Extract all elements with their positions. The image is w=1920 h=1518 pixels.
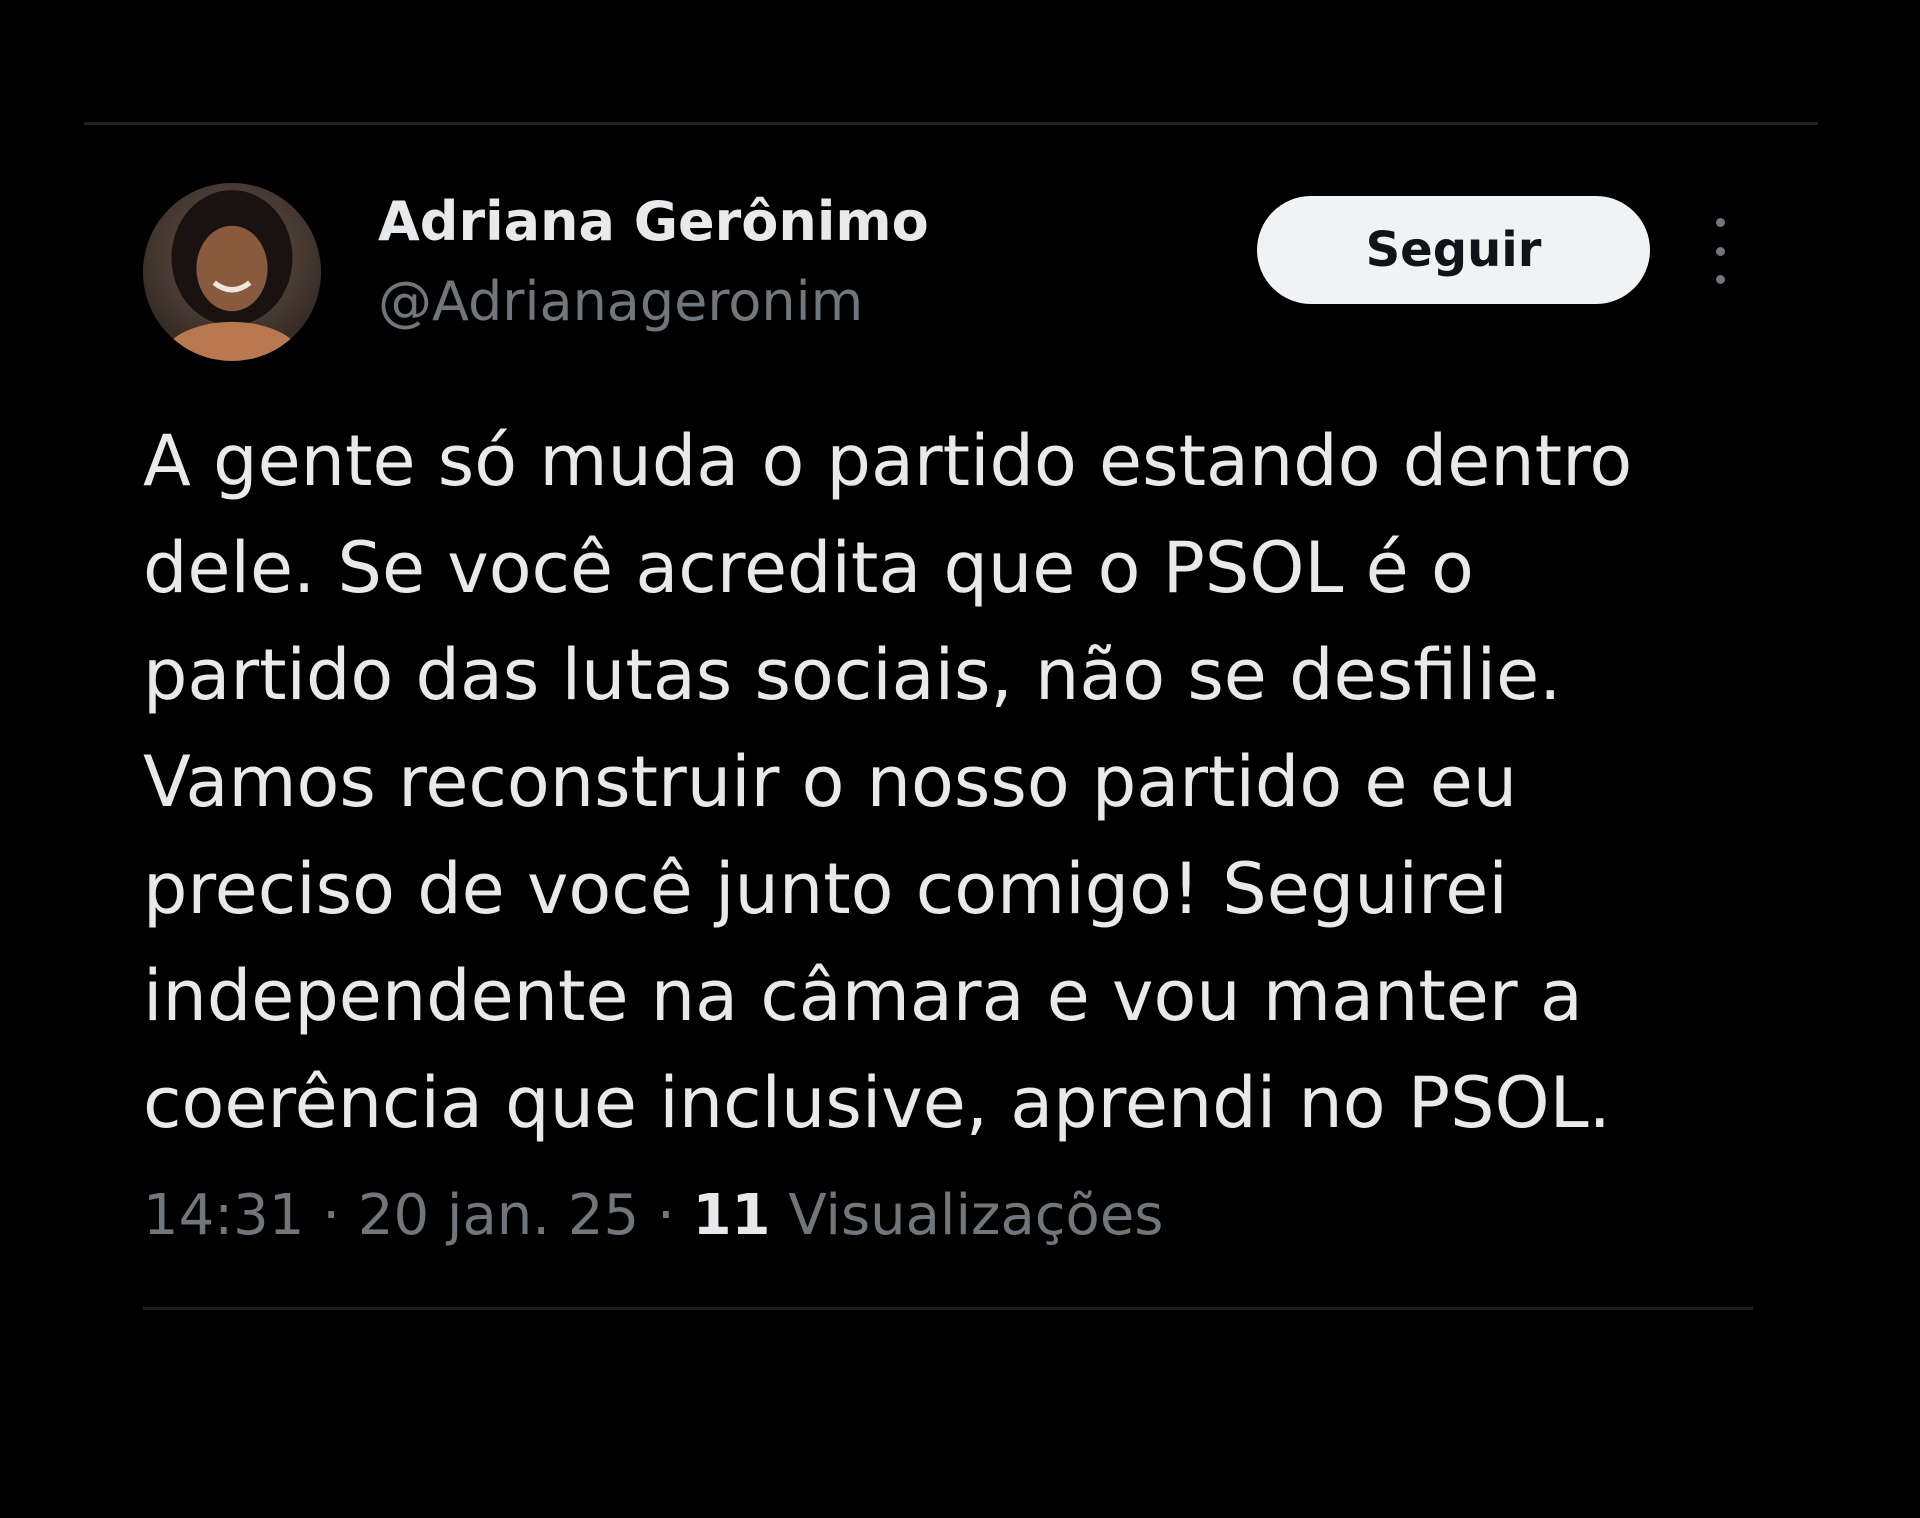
follow-button[interactable]: Seguir xyxy=(1257,196,1650,304)
meta-separator: · xyxy=(322,1183,341,1248)
views-count: 11 xyxy=(692,1183,771,1248)
bottom-divider xyxy=(143,1307,1753,1310)
views-label: Visualizações xyxy=(788,1183,1164,1248)
author-avatar[interactable] xyxy=(143,183,321,361)
more-vertical-icon[interactable] xyxy=(1706,218,1734,284)
author-display-name[interactable]: Adriana Gerônimo xyxy=(378,190,929,253)
tweet-time[interactable]: 14:31 xyxy=(143,1183,304,1248)
author-handle[interactable]: @Adrianageronim xyxy=(378,270,863,333)
top-divider xyxy=(84,122,1818,125)
tweet-meta: 14:31 · 20 jan. 25 · 11 Visualizações xyxy=(143,1183,1163,1248)
meta-separator: · xyxy=(656,1183,675,1248)
tweet-text: A gente só muda o partido estando dentro… xyxy=(143,420,1633,1144)
tweet-page: Adriana Gerônimo @Adrianageronim Seguir … xyxy=(0,0,1920,1518)
more-dot xyxy=(1715,275,1725,284)
more-dot xyxy=(1715,246,1725,256)
tweet-date[interactable]: 20 jan. 25 xyxy=(358,1183,639,1248)
profile-photo-icon xyxy=(143,183,321,361)
more-dot xyxy=(1715,218,1725,227)
